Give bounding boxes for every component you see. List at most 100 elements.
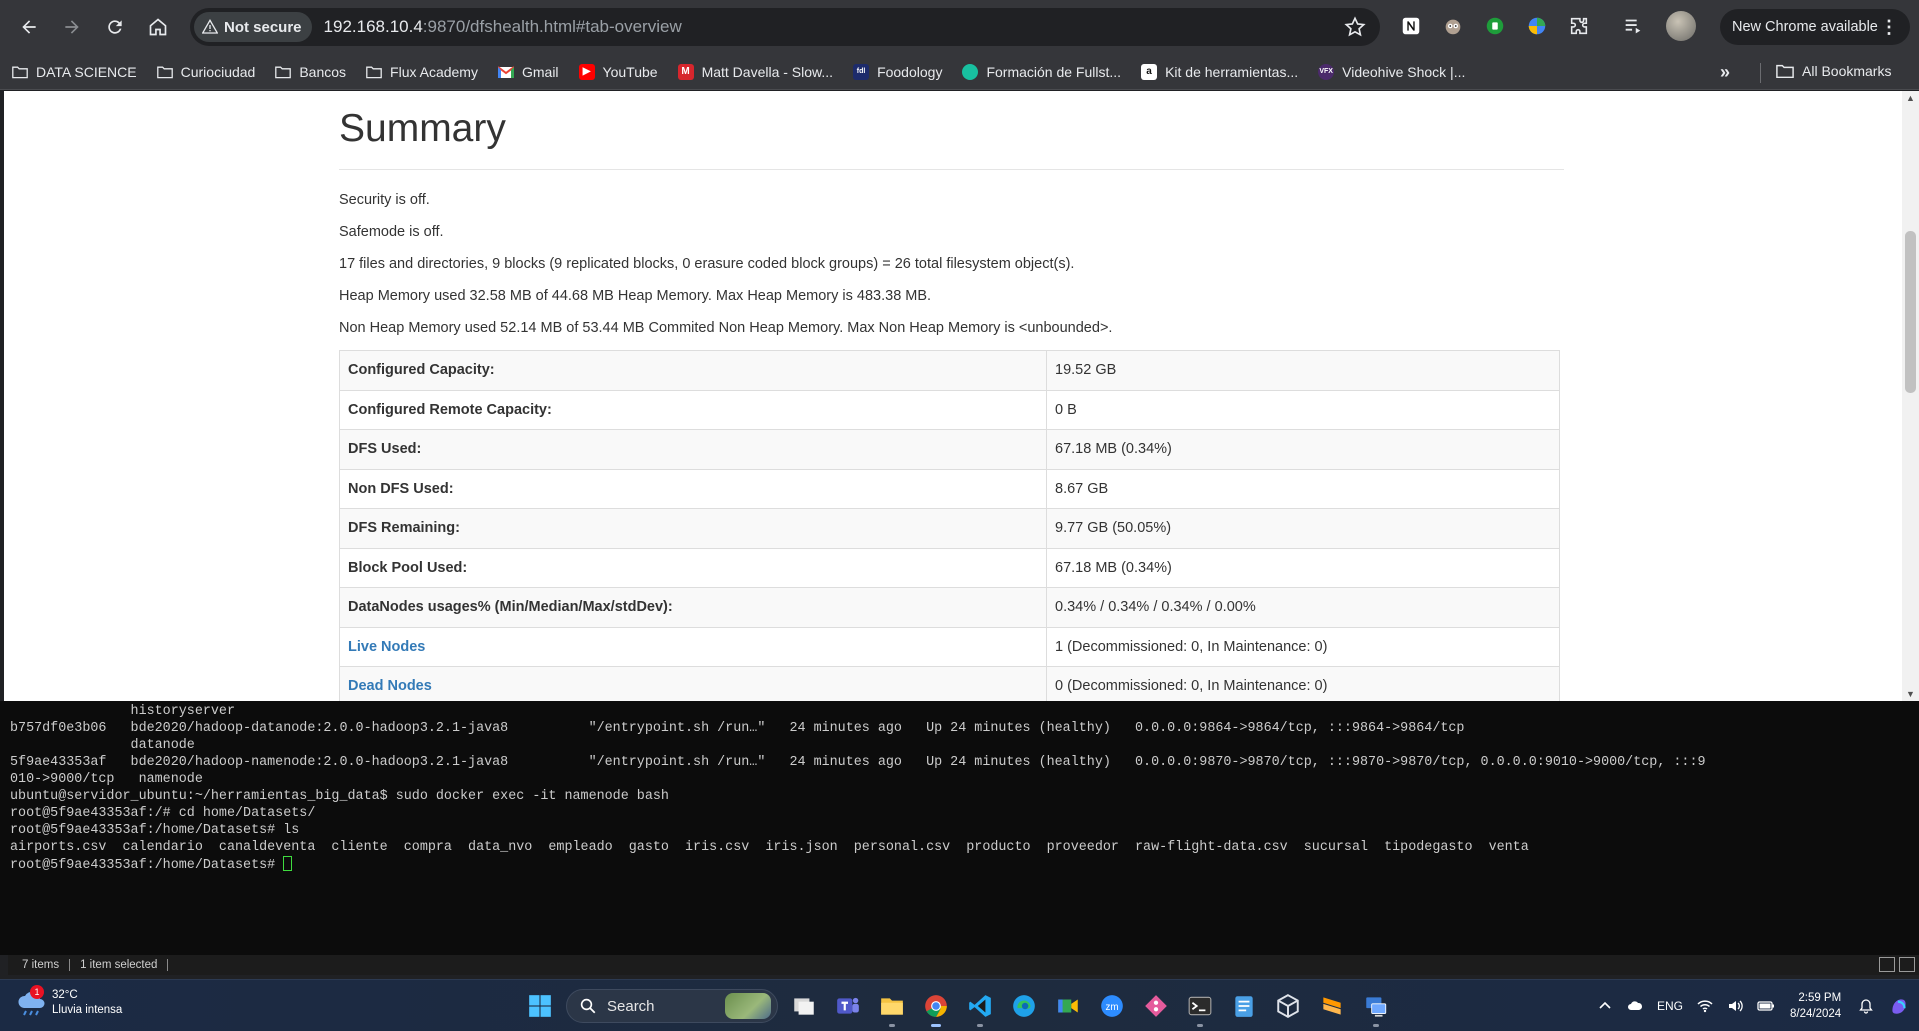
terminal-window[interactable]: historyserver b757df0e3b06 bde2020/hadoop… [0,701,1919,955]
forward-button[interactable] [55,10,89,44]
taskbar-search[interactable]: Search [566,989,778,1023]
notion-extension[interactable] [1396,11,1426,41]
matt-davella-icon: M [677,63,694,80]
extensions-row [1396,11,1696,41]
bookmark-label: Foodology [877,63,943,80]
terminal-line: airports.csv calendario canaldeventa cli… [10,840,1529,855]
bookmark-label: Kit de herramientas... [1165,63,1299,80]
remote-desktop-icon [1366,997,1387,1017]
virtualbox-app[interactable] [1270,988,1306,1024]
address-bar[interactable]: Not secure 192.168.10.4:9870/dfshealth.h… [190,8,1380,46]
terminal-icon [1188,996,1212,1016]
chrome-app[interactable] [918,988,954,1027]
bookmark-item[interactable]: fdl Foodology [853,63,943,80]
profile-avatar[interactable] [1666,11,1696,41]
edge-app[interactable] [1006,988,1042,1024]
terminal-prompt-line[interactable]: root@5f9ae43353af:/home/Datasets# [10,856,1706,874]
notion-icon [1402,17,1420,35]
all-bookmarks-button[interactable]: All Bookmarks [1776,63,1891,79]
tray-overflow-icon[interactable] [1597,998,1613,1014]
bookmark-item[interactable]: ▶ YouTube [578,63,658,80]
home-button[interactable] [141,10,175,44]
page-viewport: Summary Security is off. Safemode is off… [4,91,1919,701]
battery-icon[interactable] [1757,998,1775,1014]
colorful-extension[interactable] [1522,11,1552,41]
dead-nodes-link[interactable]: Dead Nodes [348,678,432,694]
scroll-down-icon[interactable]: ▼ [1906,689,1915,699]
bookmarks-divider [1760,63,1761,83]
tiles-view-icon[interactable] [1899,957,1915,972]
chrome-update-button[interactable]: New Chrome available ⋮ [1720,9,1910,45]
remote-desktop-app[interactable] [1358,988,1394,1027]
security-chip[interactable]: Not secure [194,12,312,42]
notepad-app[interactable] [1226,988,1262,1024]
reading-list-button[interactable] [1618,11,1648,41]
start-button[interactable] [522,988,558,1024]
notification-bell-icon[interactable] [1858,998,1874,1014]
bookmark-label: Videohive Shock |... [1342,63,1466,80]
row-key: DFS Used: [339,429,1047,470]
bookmark-item[interactable]: M Matt Davella - Slow... [677,63,833,80]
notification-badge: 1 [30,985,44,999]
selection-count: 1 item selected [80,959,158,971]
back-button[interactable] [12,10,46,44]
details-view-icon[interactable] [1879,957,1895,972]
bookmarks-overflow-button[interactable]: » [1720,62,1730,83]
amazon-icon: a [1141,63,1158,80]
meet-app[interactable] [1050,988,1086,1024]
scrollbar-thumb[interactable] [1905,231,1916,393]
menu-dots-icon[interactable]: ⋮ [1880,17,1898,38]
windows-logo-icon [529,995,551,1017]
owl-extension[interactable] [1438,11,1468,41]
volume-icon[interactable] [1727,998,1743,1014]
globe-color-icon [1528,17,1546,35]
wifi-icon[interactable] [1697,998,1713,1014]
table-row: Live Nodes 1 (Decommissioned: 0, In Maint… [339,626,1560,667]
bookmark-item[interactable]: DATA SCIENCE [12,64,137,80]
folder-icon [366,64,382,80]
bookmarks-bar: DATA SCIENCE Curiociudad Bancos Flux Aca… [0,54,1919,90]
vscode-app[interactable] [962,988,998,1027]
onedrive-icon[interactable] [1627,998,1643,1014]
bookmark-item[interactable]: a Kit de herramientas... [1141,63,1299,80]
live-nodes-link[interactable]: Live Nodes [348,639,425,655]
warning-icon [202,19,218,34]
bookmark-item[interactable]: Formación de Fullst... [962,63,1121,80]
folder-icon [1776,64,1794,79]
summary-info: Security is off. Safemode is off. 17 fil… [339,190,1564,338]
teams-app[interactable] [830,988,866,1024]
weather-widget[interactable]: 1 32°C Lluvia intensa [16,985,122,1018]
terminal-app[interactable] [1182,988,1218,1027]
url-text[interactable]: 192.168.10.4:9870/dfshealth.html#tab-ove… [324,17,682,37]
terminal-output: historyserver b757df0e3b06 bde2020/hadoop… [10,703,1706,874]
status-divider [167,959,169,971]
browser-toolbar: Not secure 192.168.10.4:9870/dfshealth.h… [0,0,1919,54]
bookmark-item[interactable]: Flux Academy [366,64,478,80]
bookmark-item[interactable]: Bancos [275,64,346,80]
page-scrollbar[interactable]: ▲ ▼ [1902,91,1919,701]
taskbar-clock[interactable]: 2:59 PM 8/24/2024 [1790,990,1841,1022]
extensions-button[interactable] [1564,11,1594,41]
bookmark-star-icon[interactable] [1344,16,1366,38]
terminal-prompt: root@5f9ae43353af:/home/Datasets# [10,858,284,873]
task-view-button[interactable] [786,988,822,1024]
row-value: 0 (Decommissioned: 0, In Maintenance: 0) [1046,666,1560,701]
bookmark-item[interactable]: Curiociudad [156,64,255,80]
bookmark-item[interactable]: Gmail [497,64,559,80]
weather-temp: 32°C [52,989,78,1001]
scroll-up-icon[interactable]: ▲ [1906,93,1915,103]
row-key: Block Pool Used: [339,547,1047,588]
security-label: Not secure [224,18,302,36]
green-shield-extension[interactable] [1480,11,1510,41]
green-shield-icon [1486,17,1504,35]
reload-button[interactable] [98,10,132,44]
zoom-app[interactable]: zm [1094,988,1130,1024]
language-indicator[interactable]: ENG [1657,999,1683,1013]
sublime-app[interactable] [1314,988,1350,1024]
git-app[interactable] [1138,988,1174,1024]
copilot-icon[interactable] [1888,995,1910,1017]
non-heap-memory-text: Non Heap Memory used 52.14 MB of 53.44 M… [339,320,1113,336]
file-explorer-app[interactable] [874,988,910,1027]
puzzle-icon [1570,17,1588,35]
bookmark-item[interactable]: VFX Videohive Shock |... [1318,63,1466,80]
